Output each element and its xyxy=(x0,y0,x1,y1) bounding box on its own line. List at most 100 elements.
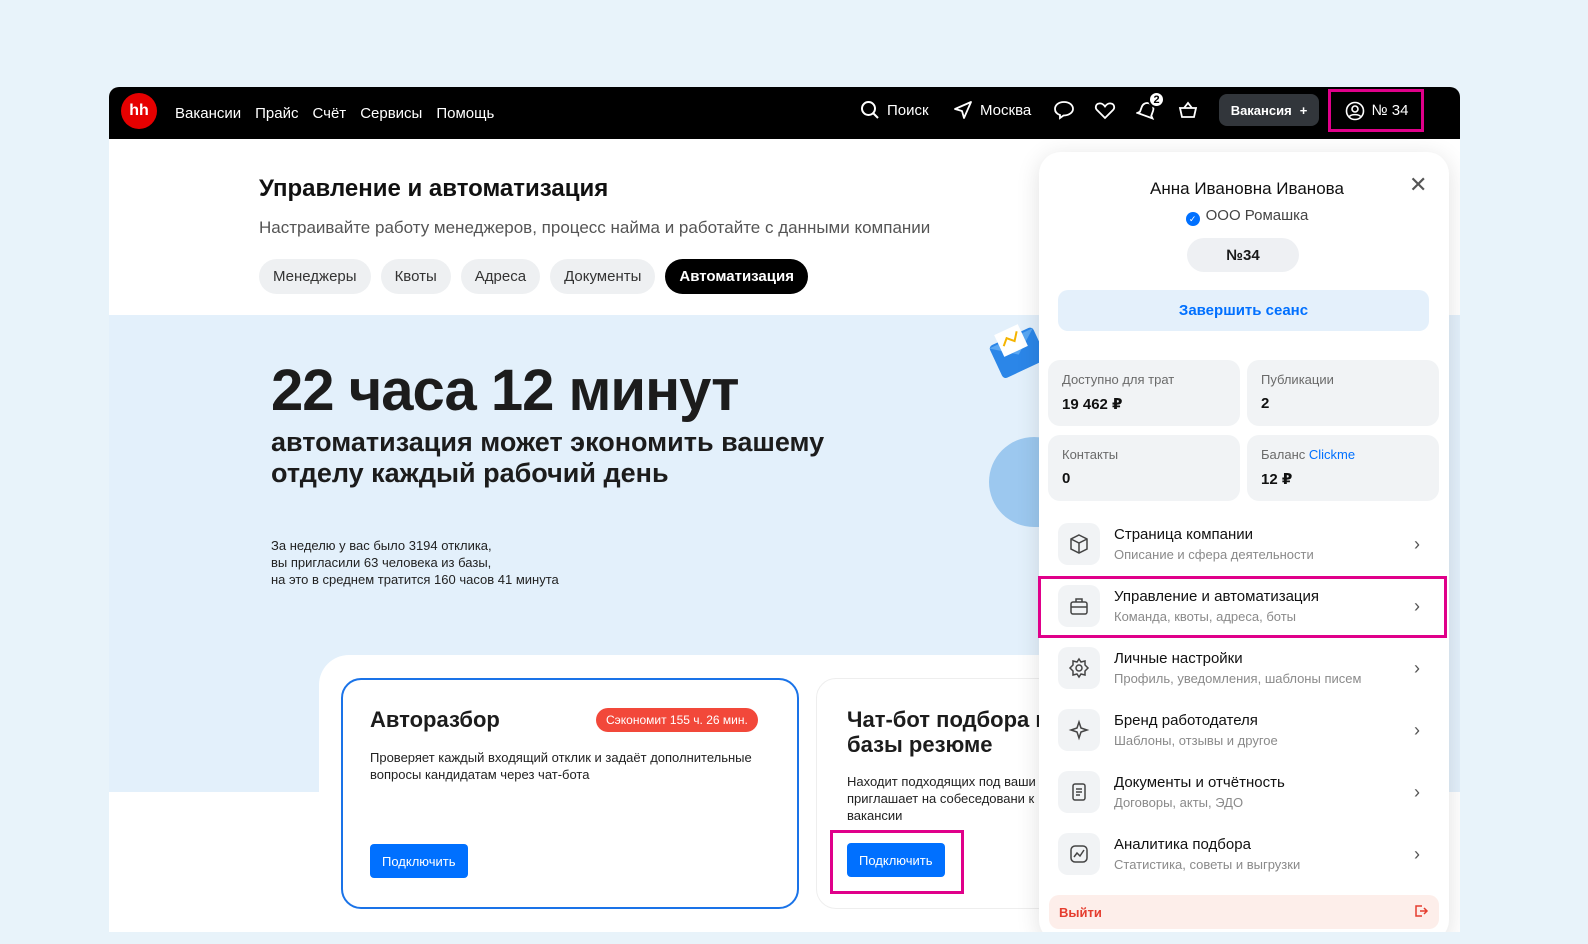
card-description: Находит подходящих под ваши и приглашает… xyxy=(847,774,1047,823)
menu-subtitle: Статистика, советы и выгрузки xyxy=(1114,857,1301,872)
menu-title: Бренд работодателя xyxy=(1114,712,1258,729)
stat-label-prefix: Баланс xyxy=(1261,447,1309,462)
section-tabs: Менеджеры Квоты Адреса Документы Автомат… xyxy=(259,259,808,294)
page-title: Управление и автоматизация xyxy=(259,175,609,202)
chart-icon xyxy=(1058,833,1100,875)
stat-balance: Баланс Clickme 12 ₽ xyxy=(1247,435,1439,501)
chevron-right-icon: › xyxy=(1414,843,1420,864)
highlight-frame xyxy=(1038,576,1447,638)
nav-link-services[interactable]: Сервисы xyxy=(360,105,422,122)
search-button[interactable]: Поиск xyxy=(859,87,929,133)
sparkle-icon xyxy=(1058,709,1100,751)
hero-caption: автоматизация может экономить вашему отд… xyxy=(271,427,825,488)
highlight-frame xyxy=(830,830,964,894)
location-arrow-icon xyxy=(952,99,974,121)
favorites-button[interactable] xyxy=(1094,87,1116,133)
chevron-right-icon: › xyxy=(1414,533,1420,554)
menu-analytics[interactable]: Аналитика подбора Статистика, советы и вы… xyxy=(1058,825,1434,883)
stat-label: Доступно для трат xyxy=(1062,372,1175,387)
city-label: Москва xyxy=(980,101,1032,119)
menu-subtitle: Профиль, уведомления, шаблоны писем xyxy=(1114,671,1362,686)
chat-button[interactable] xyxy=(1053,87,1075,133)
nav-link-invoice[interactable]: Счёт xyxy=(312,105,346,122)
plus-icon: + xyxy=(1299,102,1308,118)
menu-title: Аналитика подбора xyxy=(1114,836,1251,853)
menu-employer-brand[interactable]: Бренд работодателя Шаблоны, отзывы и друг… xyxy=(1058,701,1434,759)
tab-documents[interactable]: Документы xyxy=(550,259,656,294)
tab-automation[interactable]: Автоматизация xyxy=(665,259,808,294)
stat-value: 19 462 ₽ xyxy=(1062,396,1123,413)
create-vacancy-label: Вакансия xyxy=(1230,102,1292,118)
chevron-right-icon: › xyxy=(1414,657,1420,678)
nav-links: Вакансии Прайс Счёт Сервисы Помощь xyxy=(175,87,494,139)
chat-icon xyxy=(1053,99,1075,121)
stat-label: Контакты xyxy=(1062,447,1119,462)
create-vacancy-button[interactable]: Вакансия + xyxy=(1219,94,1319,126)
nav-link-vacancies[interactable]: Вакансии xyxy=(175,105,241,122)
company-name: ✓ ООО Ромашка xyxy=(1024,207,1460,226)
stat-contacts: Контакты 0 xyxy=(1048,435,1240,501)
menu-personal-settings[interactable]: Личные настройки Профиль, уведомления, ша… xyxy=(1058,639,1434,697)
tab-quotas[interactable]: Квоты xyxy=(380,259,451,294)
logout-label: Выйти xyxy=(1059,904,1102,920)
cart-button[interactable] xyxy=(1177,87,1199,133)
menu-subtitle: Шаблоны, отзывы и другое xyxy=(1114,733,1278,748)
hero-stats-line: За неделю у вас было 3194 отклика, xyxy=(271,538,492,553)
nav-link-price[interactable]: Прайс xyxy=(255,105,298,122)
tab-addresses[interactable]: Адреса xyxy=(460,259,541,294)
account-button[interactable]: № 34 xyxy=(1328,89,1424,132)
nav-link-help[interactable]: Помощь xyxy=(436,105,494,122)
menu-company-page[interactable]: Страница компании Описание и сфера деятел… xyxy=(1058,515,1434,573)
top-navbar: hh Вакансии Прайс Счёт Сервисы Помощь По… xyxy=(109,87,1460,139)
account-dropdown: ✕ Анна Ивановна Иванова ✓ ООО Ромашка №34… xyxy=(1038,152,1449,932)
stat-label: Публикации xyxy=(1261,372,1334,387)
notifications-button[interactable]: 2 xyxy=(1136,87,1165,133)
user-name: Анна Ивановна Иванова xyxy=(1150,179,1344,198)
card-title: Авторазбор xyxy=(370,707,500,732)
company-label: ООО Ромашка xyxy=(1205,207,1309,224)
browser-window: hh Вакансии Прайс Счёт Сервисы Помощь По… xyxy=(109,87,1460,932)
heart-icon xyxy=(1094,99,1116,121)
hero-time-saved: 22 часа 12 минут xyxy=(271,358,739,423)
gear-icon xyxy=(1058,647,1100,689)
logout-icon xyxy=(1413,903,1429,922)
basket-icon xyxy=(1177,99,1199,121)
stat-label: Баланс Clickme xyxy=(1261,447,1425,462)
end-session-button[interactable]: Завершить сеанс xyxy=(1058,290,1429,331)
page-subtitle: Настраивайте работу менеджеров, процесс … xyxy=(259,218,931,237)
account-label: № 34 xyxy=(1371,102,1409,119)
stat-publications: Публикации 2 xyxy=(1247,360,1439,426)
verified-icon: ✓ xyxy=(1185,212,1200,226)
chevron-right-icon: › xyxy=(1414,719,1420,740)
logout-button[interactable]: Выйти xyxy=(1049,895,1439,929)
user-circle-icon xyxy=(1344,100,1366,122)
notifications-badge: 2 xyxy=(1148,91,1165,108)
chevron-right-icon: › xyxy=(1414,781,1420,802)
menu-title: Личные настройки xyxy=(1114,650,1243,667)
menu-title: Документы и отчётность xyxy=(1114,774,1285,791)
search-icon xyxy=(859,99,881,121)
hh-logo[interactable]: hh xyxy=(121,93,157,129)
connect-button[interactable]: Подключить xyxy=(370,844,468,878)
menu-documents[interactable]: Документы и отчётность Договоры, акты, ЭД… xyxy=(1058,763,1434,821)
account-number: №34 xyxy=(1187,238,1299,272)
stat-available: Доступно для трат 19 462 ₽ xyxy=(1048,360,1240,426)
box-icon xyxy=(1058,523,1100,565)
city-button[interactable]: Москва xyxy=(952,87,1031,133)
hero-stats-line: на это в среднем тратится 160 часов 41 м… xyxy=(271,572,559,587)
card-description: Проверяет каждый входящий отклик и задаё… xyxy=(370,750,752,782)
savings-badge: Сэкономит 155 ч. 26 мин. xyxy=(596,708,758,732)
tab-managers[interactable]: Менеджеры xyxy=(259,259,371,294)
autoparse-card: Авторазбор Сэкономит 155 ч. 26 мин. Пров… xyxy=(341,678,799,909)
stat-value: 12 ₽ xyxy=(1261,471,1293,488)
hero-stats-line: вы пригласили 63 человека из базы, xyxy=(271,555,492,570)
stat-value: 2 xyxy=(1261,395,1270,412)
hero-stats: За неделю у вас было 3194 отклика, вы пр… xyxy=(271,537,559,588)
document-icon xyxy=(1058,771,1100,813)
clickme-link[interactable]: Clickme xyxy=(1309,447,1355,462)
stat-value: 0 xyxy=(1062,470,1071,487)
menu-title: Страница компании xyxy=(1114,526,1254,543)
search-label: Поиск xyxy=(887,101,929,119)
menu-subtitle: Договоры, акты, ЭДО xyxy=(1114,795,1244,810)
menu-subtitle: Описание и сфера деятельности xyxy=(1114,547,1314,562)
